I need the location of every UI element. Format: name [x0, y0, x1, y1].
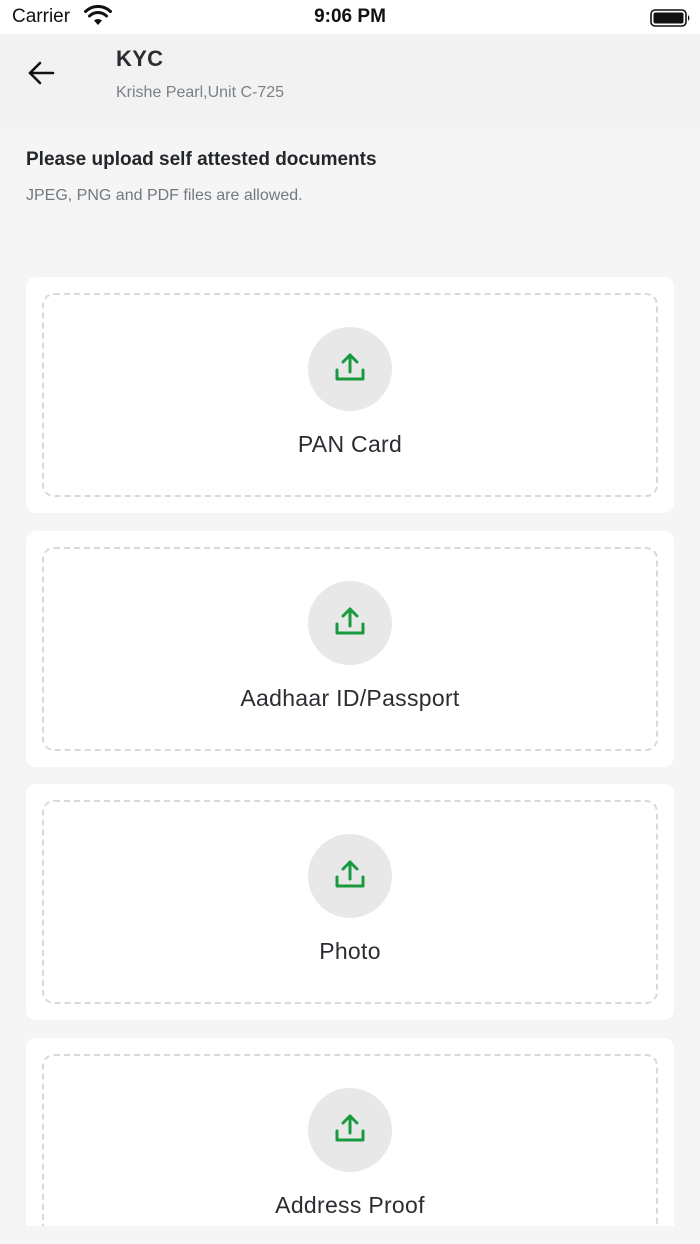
page-subtitle: Krishe Pearl,Unit C-725 [116, 84, 285, 101]
upload-label-pan: PAN Card [297, 431, 403, 457]
bottom-safe-area [0, 1226, 700, 1244]
kyc-content: Please upload self attested documents JP… [0, 128, 700, 1226]
page-title: KYC [116, 46, 164, 71]
instruction-subtitle: JPEG, PNG and PDF files are allowed. [26, 187, 303, 204]
upload-label-address: Address Proof [275, 1192, 425, 1218]
arrow-left-icon [27, 61, 55, 90]
upload-button-photo[interactable] [308, 834, 392, 918]
status-time: 9:06 PM [314, 6, 386, 27]
app-header: KYC Krishe Pearl,Unit C-725 [0, 34, 700, 128]
upload-button-address[interactable] [308, 1088, 392, 1172]
upload-label-photo: Photo [319, 938, 381, 964]
upload-card-photo: Photo [26, 784, 674, 1020]
status-bar: Carrier 9:06 PM [0, 0, 700, 34]
upload-card-address: Address Proof [26, 1038, 674, 1226]
upload-icon [334, 859, 366, 894]
battery-icon [650, 8, 692, 28]
upload-icon [334, 606, 366, 641]
upload-button-aadhaar[interactable] [308, 581, 392, 665]
upload-icon [334, 352, 366, 387]
instruction-title: Please upload self attested documents [26, 149, 377, 170]
upload-card-aadhaar: Aadhaar ID/Passport [26, 531, 674, 767]
upload-button-pan[interactable] [308, 327, 392, 411]
upload-label-aadhaar: Aadhaar ID/Passport [240, 685, 460, 711]
upload-icon [334, 1113, 366, 1148]
back-button[interactable] [20, 54, 62, 96]
upload-card-pan: PAN Card [26, 277, 674, 513]
